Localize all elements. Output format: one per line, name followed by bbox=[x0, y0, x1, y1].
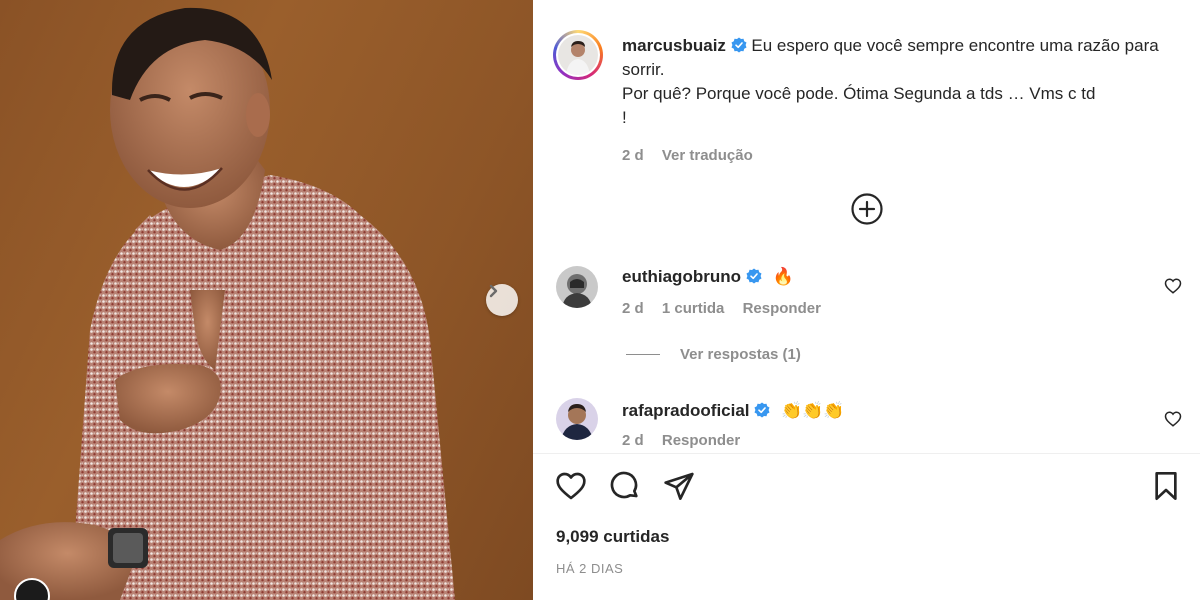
verified-badge-icon bbox=[731, 37, 747, 53]
reply-button[interactable]: Responder bbox=[662, 432, 740, 449]
comment-text: 👏👏👏 bbox=[781, 401, 845, 420]
commenter-avatar[interactable] bbox=[556, 398, 598, 440]
comment-text: 🔥 bbox=[772, 267, 794, 286]
comment-2-clip: rafapradooficial 👏👏👏 2 d Responder bbox=[533, 390, 1200, 453]
post-photo[interactable] bbox=[0, 0, 533, 600]
caption-age[interactable]: 2 d bbox=[622, 147, 644, 164]
comment-age[interactable]: 2 d bbox=[622, 300, 644, 317]
next-photo-button[interactable] bbox=[486, 284, 518, 316]
verified-badge-icon bbox=[754, 402, 770, 418]
comment-item: euthiagobruno 🔥 2 d 1 curtida Responder bbox=[622, 266, 835, 317]
actions-divider bbox=[533, 453, 1200, 454]
comment-username[interactable]: euthiagobruno bbox=[622, 267, 741, 286]
like-count[interactable]: 9,099 curtidas bbox=[556, 527, 669, 547]
author-avatar-ring[interactable] bbox=[553, 30, 603, 80]
author-avatar bbox=[558, 35, 598, 75]
view-replies-button[interactable]: Ver respostas (1) bbox=[626, 346, 801, 363]
chevron-right-icon bbox=[489, 284, 498, 298]
photo-illustration bbox=[0, 7, 455, 600]
view-replies-label[interactable]: Ver respostas (1) bbox=[680, 346, 801, 363]
heart-icon[interactable] bbox=[555, 470, 587, 502]
comment-age[interactable]: 2 d bbox=[622, 432, 644, 449]
comment-like-heart-icon[interactable] bbox=[1164, 410, 1182, 428]
translate-button[interactable]: Ver tradução bbox=[662, 147, 753, 164]
commenter-avatar[interactable] bbox=[556, 266, 598, 308]
load-more-comments-icon[interactable] bbox=[850, 192, 884, 226]
reply-button[interactable]: Responder bbox=[743, 300, 821, 317]
bookmark-icon[interactable] bbox=[1150, 470, 1182, 502]
comment-username[interactable]: rafapradooficial bbox=[622, 401, 750, 420]
comment-like-count[interactable]: 1 curtida bbox=[662, 300, 725, 317]
comment-like-heart-icon[interactable] bbox=[1164, 277, 1182, 295]
author-username[interactable]: marcusbuaiz bbox=[622, 36, 726, 55]
post-timestamp: HÁ 2 DIAS bbox=[556, 561, 624, 576]
comment-item: rafapradooficial 👏👏👏 2 d Responder bbox=[622, 400, 845, 449]
comment-icon[interactable] bbox=[609, 470, 641, 502]
post-caption: marcusbuaiz Eu espero que você sempre en… bbox=[622, 34, 1162, 168]
replies-divider bbox=[626, 354, 660, 355]
verified-badge-icon bbox=[746, 268, 762, 284]
paper-plane-icon[interactable] bbox=[663, 470, 695, 502]
